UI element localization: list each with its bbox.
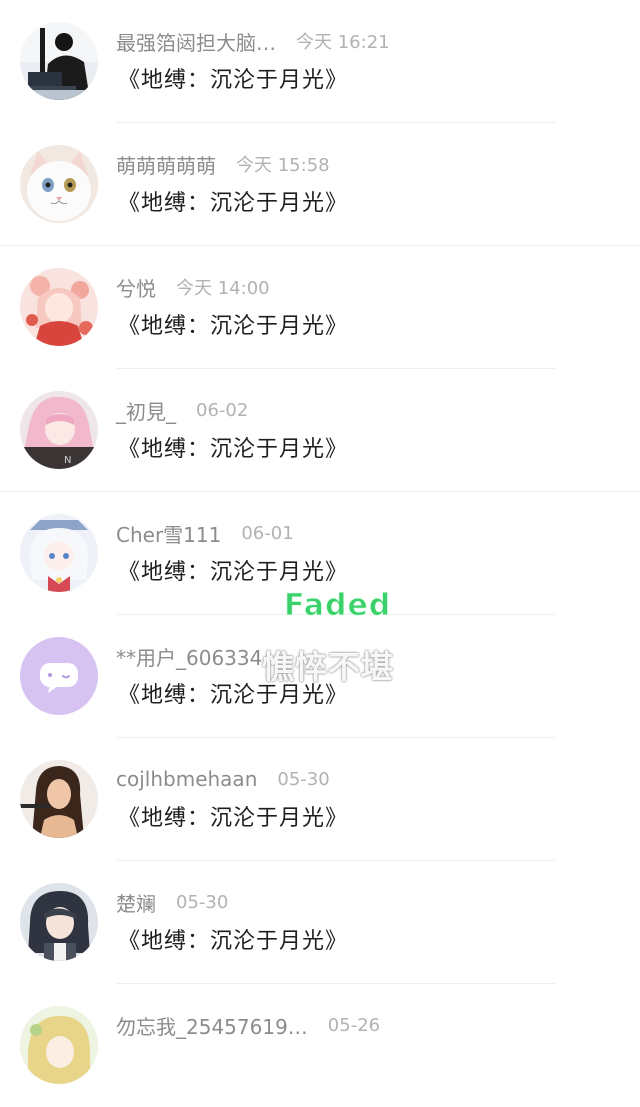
timestamp: 今天 16:21 xyxy=(296,32,390,53)
comment-text: 《地缚：沉沦于月光》 xyxy=(118,806,349,831)
comment-meta: 楚斓 05-30 xyxy=(116,887,228,917)
comment-meta: 勿忘我_25457619… 05-26 xyxy=(116,1010,380,1040)
white-cat-avatar-icon xyxy=(20,145,98,223)
timestamp: 06-02 xyxy=(196,399,249,421)
comment-meta: 萌萌萌萌萌 今天 15:58 xyxy=(116,149,330,179)
comment-meta: 兮悦 今天 14:00 xyxy=(116,272,270,302)
dark-hair-anime-avatar-icon xyxy=(20,883,98,961)
comment-meta: Cher雪111 06-01 xyxy=(116,518,294,548)
comment-item[interactable]: 勿忘我_25457619… 05-26 xyxy=(0,984,640,1107)
timestamp: 05-30 xyxy=(176,891,229,913)
comment-text: 《地缚：沉沦于月光》 xyxy=(118,929,349,954)
pink-hair-avatar-icon: N xyxy=(20,391,98,469)
comment-meta: _初見_ 06-02 xyxy=(116,395,248,425)
watermark-brand: Faded xyxy=(283,588,392,624)
username[interactable]: **用户_606334 xyxy=(116,642,262,671)
avatar[interactable] xyxy=(20,145,98,223)
chat-bubble-avatar-icon xyxy=(20,637,98,715)
avatar[interactable]: N xyxy=(20,391,98,469)
timestamp: 05-26 xyxy=(327,1014,381,1036)
avatar[interactable] xyxy=(20,637,98,715)
comment-item[interactable]: 楚斓 05-30 《地缚：沉沦于月光》 xyxy=(0,861,640,984)
username[interactable]: 最强箔闼担大脑… xyxy=(116,27,276,56)
avatar[interactable] xyxy=(20,1006,98,1084)
comment-text: 《地缚：沉沦于月光》 xyxy=(118,437,349,462)
avatar[interactable] xyxy=(20,268,98,346)
comment-meta: cojlhbmehaan 05-30 xyxy=(116,764,330,794)
username[interactable]: Cher雪111 xyxy=(116,519,221,548)
timestamp: 今天 15:58 xyxy=(236,155,330,176)
dark-figure-avatar-icon xyxy=(20,22,98,100)
username[interactable]: _初見_ xyxy=(116,396,176,425)
comment-item[interactable]: N _初見_ 06-02 《地缚：沉沦于月光》 xyxy=(0,369,640,492)
timestamp: 06-01 xyxy=(241,522,294,544)
comment-text: 《地缚：沉沦于月光》 xyxy=(118,68,349,93)
anime-girl-red-avatar-icon xyxy=(20,268,98,346)
woman-portrait-avatar-icon xyxy=(20,760,98,838)
comment-text: 《地缚：沉沦于月光》 xyxy=(118,191,349,216)
comment-item[interactable]: 兮悦 今天 14:00 《地缚：沉沦于月光》 xyxy=(0,246,640,369)
comment-item[interactable]: 萌萌萌萌萌 今天 15:58 《地缚：沉沦于月光》 xyxy=(0,123,640,246)
comment-item[interactable]: 最强箔闼担大脑… 今天 16:21 《地缚：沉沦于月光》 xyxy=(0,0,640,123)
comment-text: 《地缚：沉沦于月光》 xyxy=(118,560,349,585)
username[interactable]: 楚斓 xyxy=(116,888,156,917)
avatar[interactable] xyxy=(20,22,98,100)
timestamp: 05-30 xyxy=(277,768,330,790)
timestamp: 今天 14:00 xyxy=(176,278,270,299)
comment-meta: **用户_606334 xyxy=(116,641,282,671)
username[interactable]: 萌萌萌萌萌 xyxy=(116,150,216,179)
watermark-text: 憔悴不堪 xyxy=(262,648,395,686)
white-hair-anime-avatar-icon xyxy=(20,514,98,592)
avatar[interactable] xyxy=(20,514,98,592)
avatar[interactable] xyxy=(20,760,98,838)
comment-item[interactable]: cojlhbmehaan 05-30 《地缚：沉沦于月光》 xyxy=(0,738,640,861)
username[interactable]: cojlhbmehaan xyxy=(116,767,257,791)
comment-text: 《地缚：沉沦于月光》 xyxy=(118,314,349,339)
username[interactable]: 勿忘我_25457619… xyxy=(116,1011,308,1040)
svg-text:N: N xyxy=(64,455,71,466)
username[interactable]: 兮悦 xyxy=(116,273,156,302)
blonde-anime-avatar-icon xyxy=(20,1006,98,1084)
avatar[interactable] xyxy=(20,883,98,961)
comment-meta: 最强箔闼担大脑… 今天 16:21 xyxy=(116,26,390,56)
